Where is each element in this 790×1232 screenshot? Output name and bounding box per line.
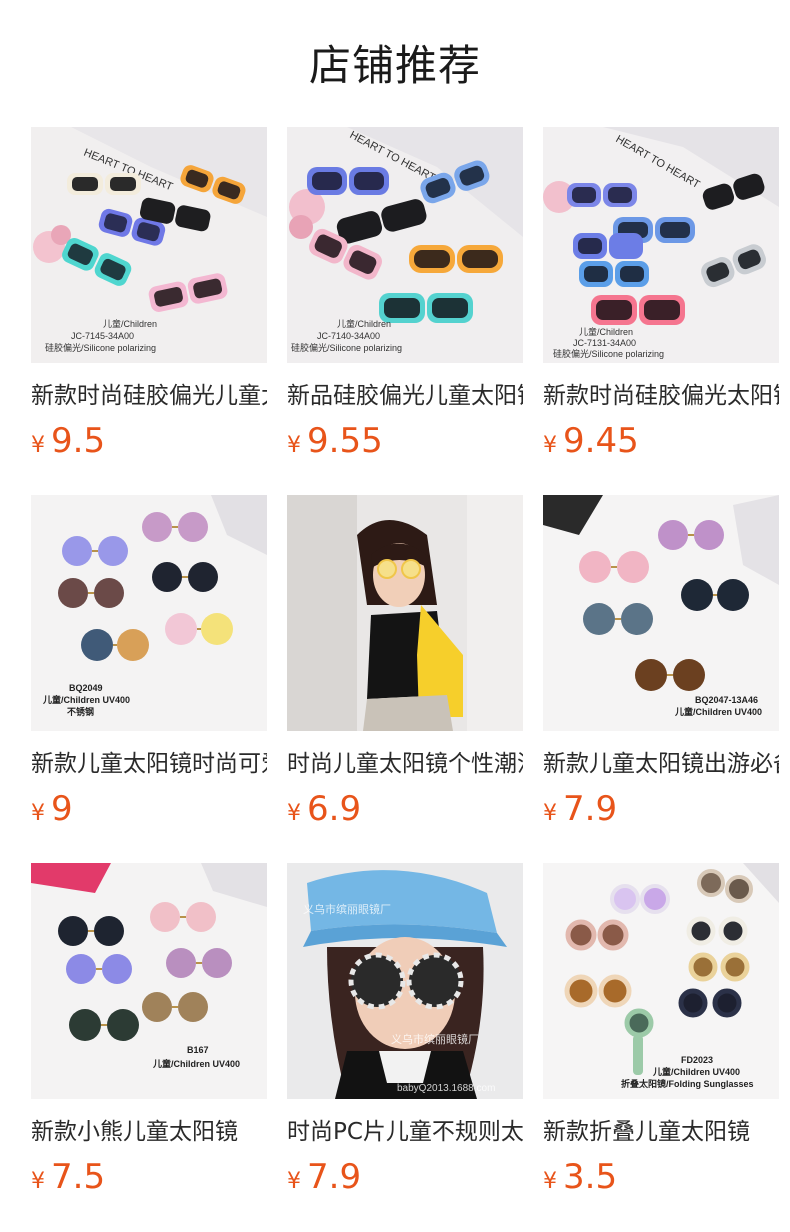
product-name[interactable]: 时尚儿童太阳镜个性潮流 [287,749,523,779]
product-price: ¥6.9 [287,789,523,829]
product-card[interactable]: HEART TO HEART 儿童/Children JC-7145-34A00… [31,127,267,461]
price-value: 3.5 [563,1157,618,1197]
product-price: ¥7.9 [543,789,779,829]
image-caption: 儿童/Children UV400 [652,1066,740,1077]
product-name[interactable]: 新款折叠儿童太阳镜 [543,1117,779,1147]
product-card[interactable]: 时尚儿童太阳镜个性潮流 ¥6.9 [287,495,523,829]
image-caption: 儿童/Children [579,326,633,337]
product-card[interactable]: B167 儿童/Children UV400 新款小熊儿童太阳镜 ¥7.5 [31,863,267,1197]
price-value: 7.9 [563,789,618,829]
watermark-text: 义乌市缤丽眼镜厂 [391,1032,479,1046]
image-caption: FD2023 [681,1055,713,1065]
currency-symbol: ¥ [543,1169,557,1194]
product-card[interactable]: FD2023 儿童/Children UV400 折叠太阳镜/Folding S… [543,863,779,1197]
image-caption: 硅胶偏光/Silicone polarizing [45,342,156,353]
product-image[interactable]: HEART TO HEART 儿童/Children JC-7131-34A00… [543,127,779,363]
currency-symbol: ¥ [31,1169,45,1194]
product-name[interactable]: 新款时尚硅胶偏光儿童太阳镜 [31,381,267,411]
product-image[interactable] [287,495,523,731]
product-image[interactable]: FD2023 儿童/Children UV400 折叠太阳镜/Folding S… [543,863,779,1099]
image-caption: 硅胶偏光/Silicone polarizing [553,348,664,359]
price-value: 9.45 [563,421,639,461]
product-price: ¥9.5 [31,421,267,461]
product-price: ¥9.55 [287,421,523,461]
image-caption: JC-7131-34A00 [573,338,636,348]
product-image[interactable]: 义乌市缤丽眼镜厂 义乌市缤丽眼镜厂 babyQ2013.1688.com [287,863,523,1099]
currency-symbol: ¥ [287,433,301,458]
product-image[interactable]: HEART TO HEART 儿童/Children JC-7145-34A00… [31,127,267,363]
product-name[interactable]: 新款儿童太阳镜时尚可爱 [31,749,267,779]
image-caption: JC-7145-34A00 [71,331,134,341]
image-caption: 儿童/Children [337,318,391,329]
currency-symbol: ¥ [31,801,45,826]
price-value: 7.9 [307,1157,362,1197]
page-title: 店铺推荐 [308,41,481,90]
watermark-text: 义乌市缤丽眼镜厂 [303,902,391,916]
image-caption: 儿童/Children UV400 [42,694,130,705]
currency-symbol: ¥ [287,1169,301,1194]
image-caption: B167 [187,1045,209,1055]
product-name[interactable]: 新品硅胶偏光儿童太阳镜 [287,381,523,411]
product-image[interactable]: HEART TO HEART 儿童/Children JC-7140-34A00… [287,127,523,363]
image-caption: 儿童/Children UV400 [152,1058,240,1069]
product-card[interactable]: BQ2049 儿童/Children UV400 不锈钢 新款儿童太阳镜时尚可爱… [31,495,267,829]
currency-symbol: ¥ [543,433,557,458]
product-price: ¥3.5 [543,1157,779,1197]
currency-symbol: ¥ [287,801,301,826]
product-image[interactable]: BQ2049 儿童/Children UV400 不锈钢 [31,495,267,731]
price-value: 9 [51,789,73,829]
product-price: ¥7.5 [31,1157,267,1197]
product-name[interactable]: 时尚PC片儿童不规则太阳镜 [287,1117,523,1147]
product-image[interactable]: BQ2047-13A46 儿童/Children UV400 [543,495,779,731]
product-card[interactable]: HEART TO HEART 儿童/Children JC-7131-34A00… [543,127,779,461]
image-caption: 不锈钢 [67,706,94,717]
image-caption: 儿童/Children [103,318,157,329]
product-card[interactable]: BQ2047-13A46 儿童/Children UV400 新款儿童太阳镜出游… [543,495,779,829]
product-price: ¥9.45 [543,421,779,461]
image-caption: BQ2047-13A46 [695,695,758,705]
product-image[interactable]: B167 儿童/Children UV400 [31,863,267,1099]
image-caption: 硅胶偏光/Silicone polarizing [291,342,402,353]
image-caption: 折叠太阳镜/Folding Sunglasses [621,1078,754,1089]
watermark-url: babyQ2013.1688.com [397,1083,495,1094]
product-name[interactable]: 新款小熊儿童太阳镜 [31,1117,267,1147]
price-value: 9.55 [307,421,383,461]
price-value: 9.5 [51,421,106,461]
price-value: 6.9 [307,789,362,829]
price-value: 7.5 [51,1157,106,1197]
image-caption: 儿童/Children UV400 [674,706,762,717]
image-caption: BQ2049 [69,683,103,693]
product-price: ¥9 [31,789,267,829]
product-name[interactable]: 新款时尚硅胶偏光太阳镜 [543,381,779,411]
product-price: ¥7.9 [287,1157,523,1197]
image-caption: JC-7140-34A00 [317,331,380,341]
product-card[interactable]: 义乌市缤丽眼镜厂 义乌市缤丽眼镜厂 babyQ2013.1688.com 时尚P… [287,863,523,1197]
currency-symbol: ¥ [31,433,45,458]
product-card[interactable]: HEART TO HEART 儿童/Children JC-7140-34A00… [287,127,523,461]
product-name[interactable]: 新款儿童太阳镜出游必备 [543,749,779,779]
currency-symbol: ¥ [543,801,557,826]
